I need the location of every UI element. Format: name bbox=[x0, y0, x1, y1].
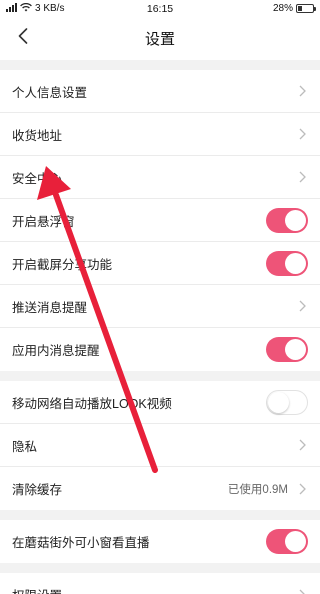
nav-bar: 设置 bbox=[0, 17, 320, 60]
row-label: 收货地址 bbox=[12, 128, 63, 143]
settings-group-account: 个人信息设置 收货地址 安全中心 开启悬浮窗 开启截屏分享功能 推送消息提醒 应… bbox=[0, 70, 320, 371]
settings-group-live: 在蘑菇街外可小窗看直播 bbox=[0, 520, 320, 563]
back-button[interactable] bbox=[8, 17, 38, 60]
row-label: 推送消息提醒 bbox=[12, 300, 88, 315]
row-permissions[interactable]: 权限设置 bbox=[0, 573, 320, 594]
chevron-right-icon bbox=[296, 299, 308, 313]
chevron-right-icon bbox=[296, 588, 308, 594]
status-time: 16:15 bbox=[146, 2, 174, 15]
toggle-knob bbox=[285, 209, 306, 231]
row-label: 隐私 bbox=[12, 439, 38, 454]
row-personal-info[interactable]: 个人信息设置 bbox=[0, 70, 320, 113]
chevron-right-icon bbox=[296, 482, 308, 496]
settings-group-media: 移动网络自动播放LOOK视频 隐私 清除缓存 已使用0.9M bbox=[0, 381, 320, 510]
row-label: 移动网络自动播放LOOK视频 bbox=[12, 396, 172, 411]
row-shipping-address[interactable]: 收货地址 bbox=[0, 113, 320, 156]
status-bar: 3 KB/s 16:15 28% bbox=[0, 0, 320, 17]
section-gap bbox=[0, 563, 320, 573]
toggle-knob bbox=[268, 391, 289, 413]
row-security-center[interactable]: 安全中心 bbox=[0, 156, 320, 199]
row-in-app-reminder: 应用内消息提醒 bbox=[0, 328, 320, 371]
row-label: 在蘑菇街外可小窗看直播 bbox=[12, 536, 150, 550]
in-app-reminder-toggle[interactable] bbox=[266, 337, 308, 362]
chevron-right-icon bbox=[296, 84, 308, 98]
toggle-knob bbox=[285, 252, 306, 274]
chevron-right-icon bbox=[296, 170, 308, 184]
row-mobile-autoplay: 移动网络自动播放LOOK视频 bbox=[0, 381, 320, 424]
section-gap bbox=[0, 510, 320, 520]
row-label: 权限设置 bbox=[12, 585, 296, 594]
section-gap bbox=[0, 60, 320, 70]
row-label: 个人信息设置 bbox=[12, 85, 88, 100]
settings-group-permissions: 权限设置 bbox=[0, 573, 320, 594]
battery-icon bbox=[296, 4, 316, 13]
row-label: 应用内消息提醒 bbox=[12, 344, 100, 358]
row-label: 安全中心 bbox=[12, 171, 63, 186]
row-privacy[interactable]: 隐私 bbox=[0, 424, 320, 467]
row-pip-live: 在蘑菇街外可小窗看直播 bbox=[0, 520, 320, 563]
row-screenshot-share: 开启截屏分享功能 bbox=[0, 242, 320, 285]
row-push-reminder[interactable]: 推送消息提醒 bbox=[0, 285, 320, 328]
section-gap bbox=[0, 371, 320, 381]
row-label: 开启截屏分享功能 bbox=[12, 257, 113, 272]
pip-live-toggle[interactable] bbox=[266, 529, 308, 554]
row-label: 清除缓存 bbox=[12, 483, 63, 497]
row-label: 开启悬浮窗 bbox=[12, 214, 75, 229]
chevron-right-icon bbox=[296, 127, 308, 141]
chevron-right-icon bbox=[296, 438, 308, 452]
cache-size: 已使用0.9M bbox=[227, 483, 288, 496]
page-title: 设置 bbox=[144, 31, 175, 48]
screenshot-share-toggle[interactable] bbox=[266, 250, 308, 276]
row-floating-window: 开启悬浮窗 bbox=[0, 199, 320, 242]
toggle-knob bbox=[285, 531, 306, 552]
toggle-knob bbox=[285, 339, 306, 360]
row-clear-cache[interactable]: 清除缓存 已使用0.9M bbox=[0, 467, 320, 510]
mobile-autoplay-toggle[interactable] bbox=[266, 389, 308, 415]
floating-window-toggle[interactable] bbox=[266, 207, 308, 233]
back-arrow-icon bbox=[18, 28, 28, 49]
battery-fill bbox=[298, 6, 302, 11]
